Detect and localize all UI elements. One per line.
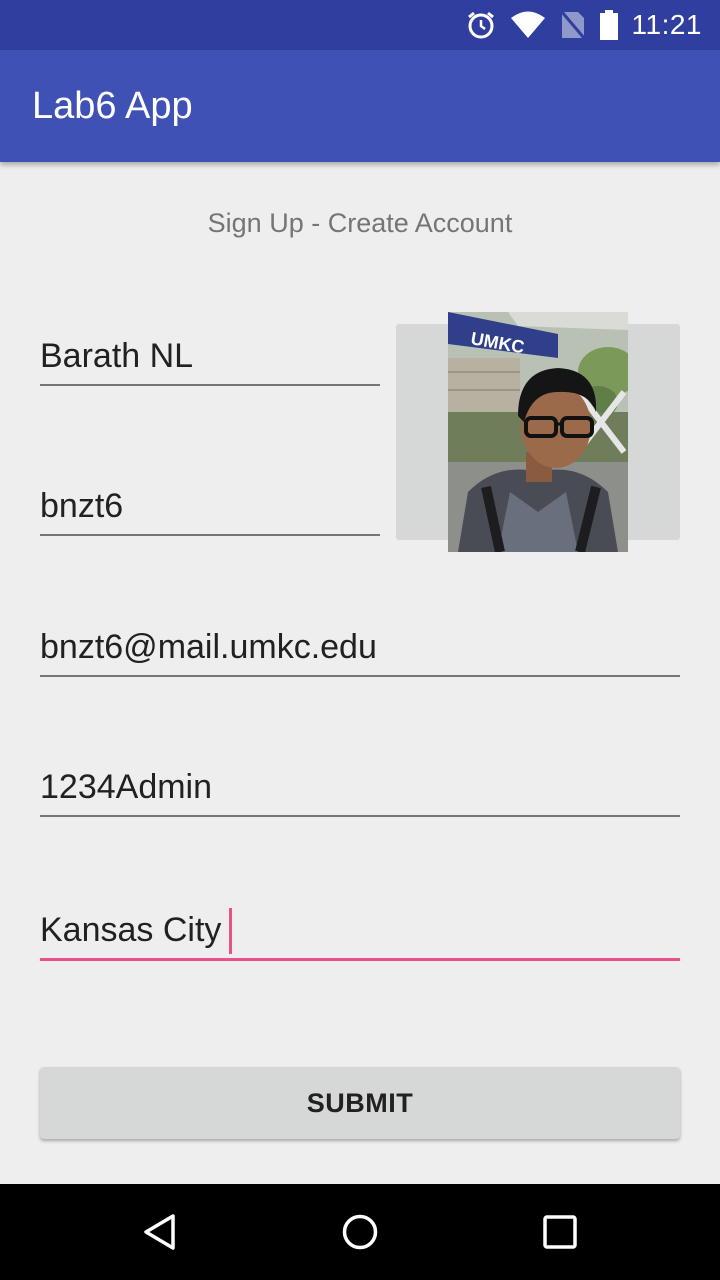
status-time: 11:21 — [631, 9, 702, 40]
recents-button[interactable] — [500, 1184, 620, 1280]
name-field-value: Barath NL — [40, 337, 194, 375]
wifi-icon — [510, 11, 546, 39]
username-field[interactable]: bnzt6 — [40, 484, 380, 536]
password-field[interactable]: 1234Admin — [40, 765, 680, 817]
app-title: Lab6 App — [32, 84, 193, 127]
back-icon — [144, 1214, 175, 1250]
no-signal-icon — [560, 10, 586, 40]
home-button[interactable] — [300, 1184, 420, 1280]
password-field-value: 1234Admin — [40, 768, 213, 806]
text-cursor — [229, 908, 233, 954]
username-field-value: bnzt6 — [40, 487, 124, 525]
status-bar: 11:21 — [0, 0, 720, 50]
app-bar: Lab6 App — [0, 50, 720, 162]
name-field[interactable]: Barath NL — [40, 334, 380, 386]
battery-icon — [599, 10, 618, 40]
alarm-icon — [466, 10, 496, 40]
city-field[interactable]: Kansas City — [40, 906, 680, 961]
navigation-bar — [0, 1184, 720, 1280]
email-field[interactable]: bnzt6@mail.umkc.edu — [40, 625, 680, 677]
back-button[interactable] — [100, 1184, 220, 1280]
recents-icon — [543, 1215, 577, 1249]
submit-button[interactable]: SUBMIT — [40, 1067, 680, 1139]
form-heading: Sign Up - Create Account — [207, 208, 513, 238]
home-icon — [342, 1214, 378, 1250]
email-field-value: bnzt6@mail.umkc.edu — [40, 628, 377, 666]
profile-photo[interactable]: UMKC — [448, 312, 628, 552]
city-field-value: Kansas City — [40, 911, 222, 949]
